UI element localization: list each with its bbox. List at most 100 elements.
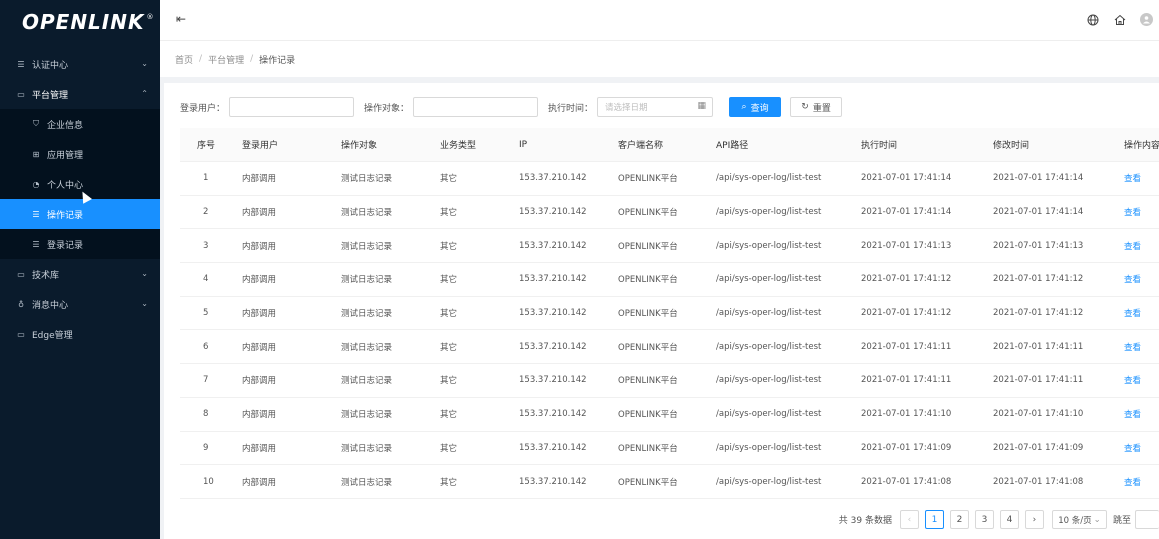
cell-api-path: /api/sys-oper-log/list-test — [716, 476, 822, 487]
sidebar-item-company-info[interactable]: ⛉ 企业信息 — [0, 109, 160, 139]
jump-page-input[interactable] — [1135, 510, 1159, 529]
cell-index: 4 — [203, 274, 209, 285]
sidebar-item-login-log[interactable]: ☰ 登录记录 — [0, 229, 160, 259]
sidebar-item-edge-management[interactable]: ▭ Edge管理 — [0, 319, 160, 349]
view-link[interactable]: 查看 — [1124, 341, 1159, 353]
logo-text: OPENLINK — [22, 10, 145, 34]
cell-exec-time: 2021-07-01 17:41:12 — [861, 308, 952, 319]
cell-ip: 153.37.210.142 — [519, 442, 587, 453]
cell-index: 7 — [203, 375, 209, 386]
globe-icon[interactable] — [1086, 13, 1099, 26]
reset-button[interactable]: ↻ 重置 — [790, 97, 843, 117]
object-filter-input[interactable] — [413, 97, 539, 117]
cell-exec-time: 2021-07-01 17:41:14 — [861, 173, 952, 184]
cell-modify-time: 2021-07-01 17:41:11 — [993, 341, 1084, 352]
sidebar-item-label: 消息中心 — [32, 300, 69, 311]
search-button[interactable]: ⌕ 查询 — [729, 97, 782, 117]
breadcrumb-platform[interactable]: 平台管理 — [208, 53, 244, 66]
cell-index: 10 — [203, 476, 214, 487]
view-link[interactable]: 查看 — [1124, 240, 1159, 252]
operation-log-table: 序号 登录用户 操作对象 业务类型 IP 客户端名称 API路径 执行时间 修改… — [180, 128, 1159, 499]
view-link[interactable]: 查看 — [1124, 476, 1159, 488]
sidebar-item-label: 应用管理 — [47, 150, 84, 161]
cell-type: 其它 — [440, 309, 458, 320]
col-header-object: 操作对象 — [341, 141, 378, 151]
cell-modify-time: 2021-07-01 17:41:09 — [993, 442, 1084, 453]
search-icon: ⌕ — [741, 102, 747, 112]
user-filter-input[interactable] — [229, 97, 355, 117]
view-link[interactable]: 查看 — [1124, 273, 1159, 285]
sidebar-item-operation-log[interactable]: ☰ 操作记录 — [0, 199, 160, 229]
cell-ip: 153.37.210.142 — [519, 341, 587, 352]
top-header: ⇤ — [160, 0, 1159, 41]
col-header-api-path: API路径 — [716, 141, 749, 151]
cell-object: 测试日志记录 — [341, 208, 393, 219]
view-link[interactable]: 查看 — [1124, 374, 1159, 386]
cell-type: 其它 — [440, 208, 458, 219]
cell-index: 3 — [203, 240, 209, 251]
user-filter-label: 登录用户： — [180, 103, 226, 114]
view-link[interactable]: 查看 — [1124, 307, 1159, 319]
cell-type: 其它 — [440, 410, 458, 421]
breadcrumb-home[interactable]: 首页 — [175, 53, 193, 66]
page-2-button[interactable]: 2 — [949, 510, 969, 529]
sidebar-item-platform-management[interactable]: ▭ 平台管理 ⌃ — [0, 79, 160, 109]
col-header-ip: IP — [519, 139, 528, 150]
page-3-button[interactable]: 3 — [974, 510, 994, 529]
cell-api-path: /api/sys-oper-log/list-test — [716, 341, 822, 352]
cell-object: 测试日志记录 — [341, 275, 393, 286]
page-1-button[interactable]: 1 — [924, 510, 944, 529]
cell-ip: 153.37.210.142 — [519, 173, 587, 184]
cell-user: 内部调用 — [242, 477, 277, 488]
cell-exec-time: 2021-07-01 17:41:14 — [861, 207, 952, 218]
cell-modify-time: 2021-07-01 17:41:10 — [993, 409, 1084, 420]
cell-exec-time: 2021-07-01 17:41:12 — [861, 274, 952, 285]
table-row: 6 内部调用 测试日志记录 其它 153.37.210.142 OPENLINK平台/ap… — [180, 330, 1159, 365]
home-icon[interactable] — [1113, 13, 1126, 26]
next-page-button[interactable]: › — [1024, 510, 1044, 529]
cell-api-path: /api/sys-oper-log/list-test — [716, 442, 822, 453]
cell-ip: 153.37.210.142 — [519, 308, 587, 319]
date-placeholder: 请选择日期 — [605, 103, 648, 113]
pagination: 共 39 条数据 ‹ 1 2 3 4 › 10 条/页 ⌄ 跳至 — [839, 510, 1159, 529]
cell-modify-time: 2021-07-01 17:41:14 — [993, 207, 1084, 218]
cell-client: OPENLINK平台 — [618, 376, 678, 387]
sidebar-item-label: 操作记录 — [47, 210, 84, 221]
cell-client: OPENLINK平台 — [618, 309, 678, 320]
cell-object: 测试日志记录 — [341, 410, 393, 421]
cell-ip: 153.37.210.142 — [519, 207, 587, 218]
view-link[interactable]: 查看 — [1124, 206, 1159, 218]
chevron-down-icon: ⌄ — [1093, 514, 1101, 525]
logo: OPENLINK ® — [0, 0, 160, 44]
cell-user: 内部调用 — [242, 443, 277, 454]
cell-object: 测试日志记录 — [341, 342, 393, 353]
cell-user: 内部调用 — [242, 275, 277, 286]
header-actions — [1086, 13, 1153, 26]
cell-user: 内部调用 — [242, 309, 277, 320]
cell-client: OPENLINK平台 — [618, 174, 678, 185]
date-picker[interactable]: 请选择日期 ▦ — [597, 97, 714, 117]
view-link[interactable]: 查看 — [1124, 408, 1159, 420]
prev-page-button[interactable]: ‹ — [899, 510, 919, 529]
page-4-button[interactable]: 4 — [999, 510, 1019, 529]
user-circle-icon: ◔ — [32, 179, 40, 189]
view-link[interactable]: 查看 — [1124, 172, 1159, 184]
table-row: 1 内部调用 测试日志记录 其它 153.37.210.142 OPENLINK平台/ap… — [180, 162, 1159, 196]
menu-fold-icon[interactable]: ⇤ — [176, 12, 186, 26]
cell-ip: 153.37.210.142 — [519, 476, 587, 487]
sidebar-item-auth-center[interactable]: ☰ 认证中心 ⌄ — [0, 49, 160, 79]
cell-type: 其它 — [440, 342, 458, 353]
view-link[interactable]: 查看 — [1124, 442, 1159, 454]
registered-mark: ® — [146, 13, 154, 21]
cell-user: 内部调用 — [242, 342, 277, 353]
sidebar-item-tech-library[interactable]: ▭ 技术库 ⌄ — [0, 259, 160, 289]
page-size-select[interactable]: 10 条/页 ⌄ — [1051, 510, 1107, 529]
list-icon: ☰ — [17, 59, 25, 69]
sidebar-item-app-management[interactable]: ⊞ 应用管理 — [0, 139, 160, 169]
chevron-down-icon: ⌄ — [141, 269, 148, 278]
cell-exec-time: 2021-07-01 17:41:11 — [861, 341, 952, 352]
total-count: 共 39 条数据 — [838, 516, 892, 526]
avatar[interactable] — [1140, 13, 1153, 26]
list-icon: ☰ — [32, 209, 40, 219]
sidebar-item-message-center[interactable]: ♁ 消息中心 ⌄ — [0, 289, 160, 319]
